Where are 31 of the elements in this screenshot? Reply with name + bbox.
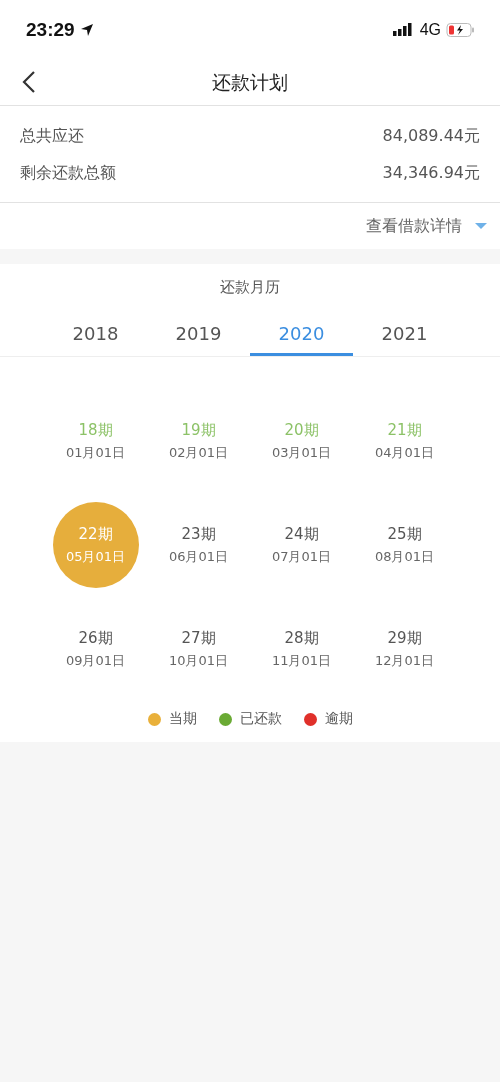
summary-value: 34,346.94元 [382, 163, 480, 184]
period-cell[interactable]: 25期 08月01日 [361, 502, 448, 588]
summary-label: 总共应还 [20, 126, 84, 147]
location-arrow-icon [79, 23, 94, 37]
details-link[interactable]: 查看借款详情 [366, 215, 488, 237]
period-cell[interactable]: 23期 06月01日 [155, 502, 242, 588]
back-chevron-icon [22, 70, 36, 94]
period-cell[interactable]: 18期 01月01日 [52, 398, 139, 484]
legend-label: 逾期 [324, 710, 353, 728]
period-cell[interactable]: 28期 11月01日 [258, 606, 345, 692]
period-cell[interactable]: 29期 12月01日 [361, 606, 448, 692]
year-tab[interactable]: 2018 [44, 313, 147, 356]
period-cell[interactable]: 20期 03月01日 [258, 398, 345, 484]
year-tab[interactable]: 2021 [353, 313, 456, 356]
clock-time: 23:29 [26, 19, 75, 41]
year-tab[interactable]: 2019 [147, 313, 250, 356]
period-cell[interactable]: 26期 09月01日 [52, 606, 139, 692]
signal-icon [392, 23, 415, 37]
period-cell[interactable]: 27期 10月01日 [155, 606, 242, 692]
network-label: 4G [419, 21, 441, 39]
period-cell[interactable]: 24期 07月01日 [258, 502, 345, 588]
legend-label: 当期 [168, 710, 197, 728]
summary-value: 84,089.44元 [382, 126, 480, 147]
calendar-title: 还款月历 [219, 278, 281, 297]
legend-label: 已还款 [239, 710, 282, 728]
period-cell[interactable]: 19期 02月01日 [155, 398, 242, 484]
battery-icon [446, 22, 476, 38]
dropdown-caret-icon [474, 222, 488, 230]
period-cell[interactable]: 21期 04月01日 [361, 398, 448, 484]
summary-label: 剩余还款总额 [20, 163, 116, 184]
page-title: 还款计划 [212, 69, 288, 95]
